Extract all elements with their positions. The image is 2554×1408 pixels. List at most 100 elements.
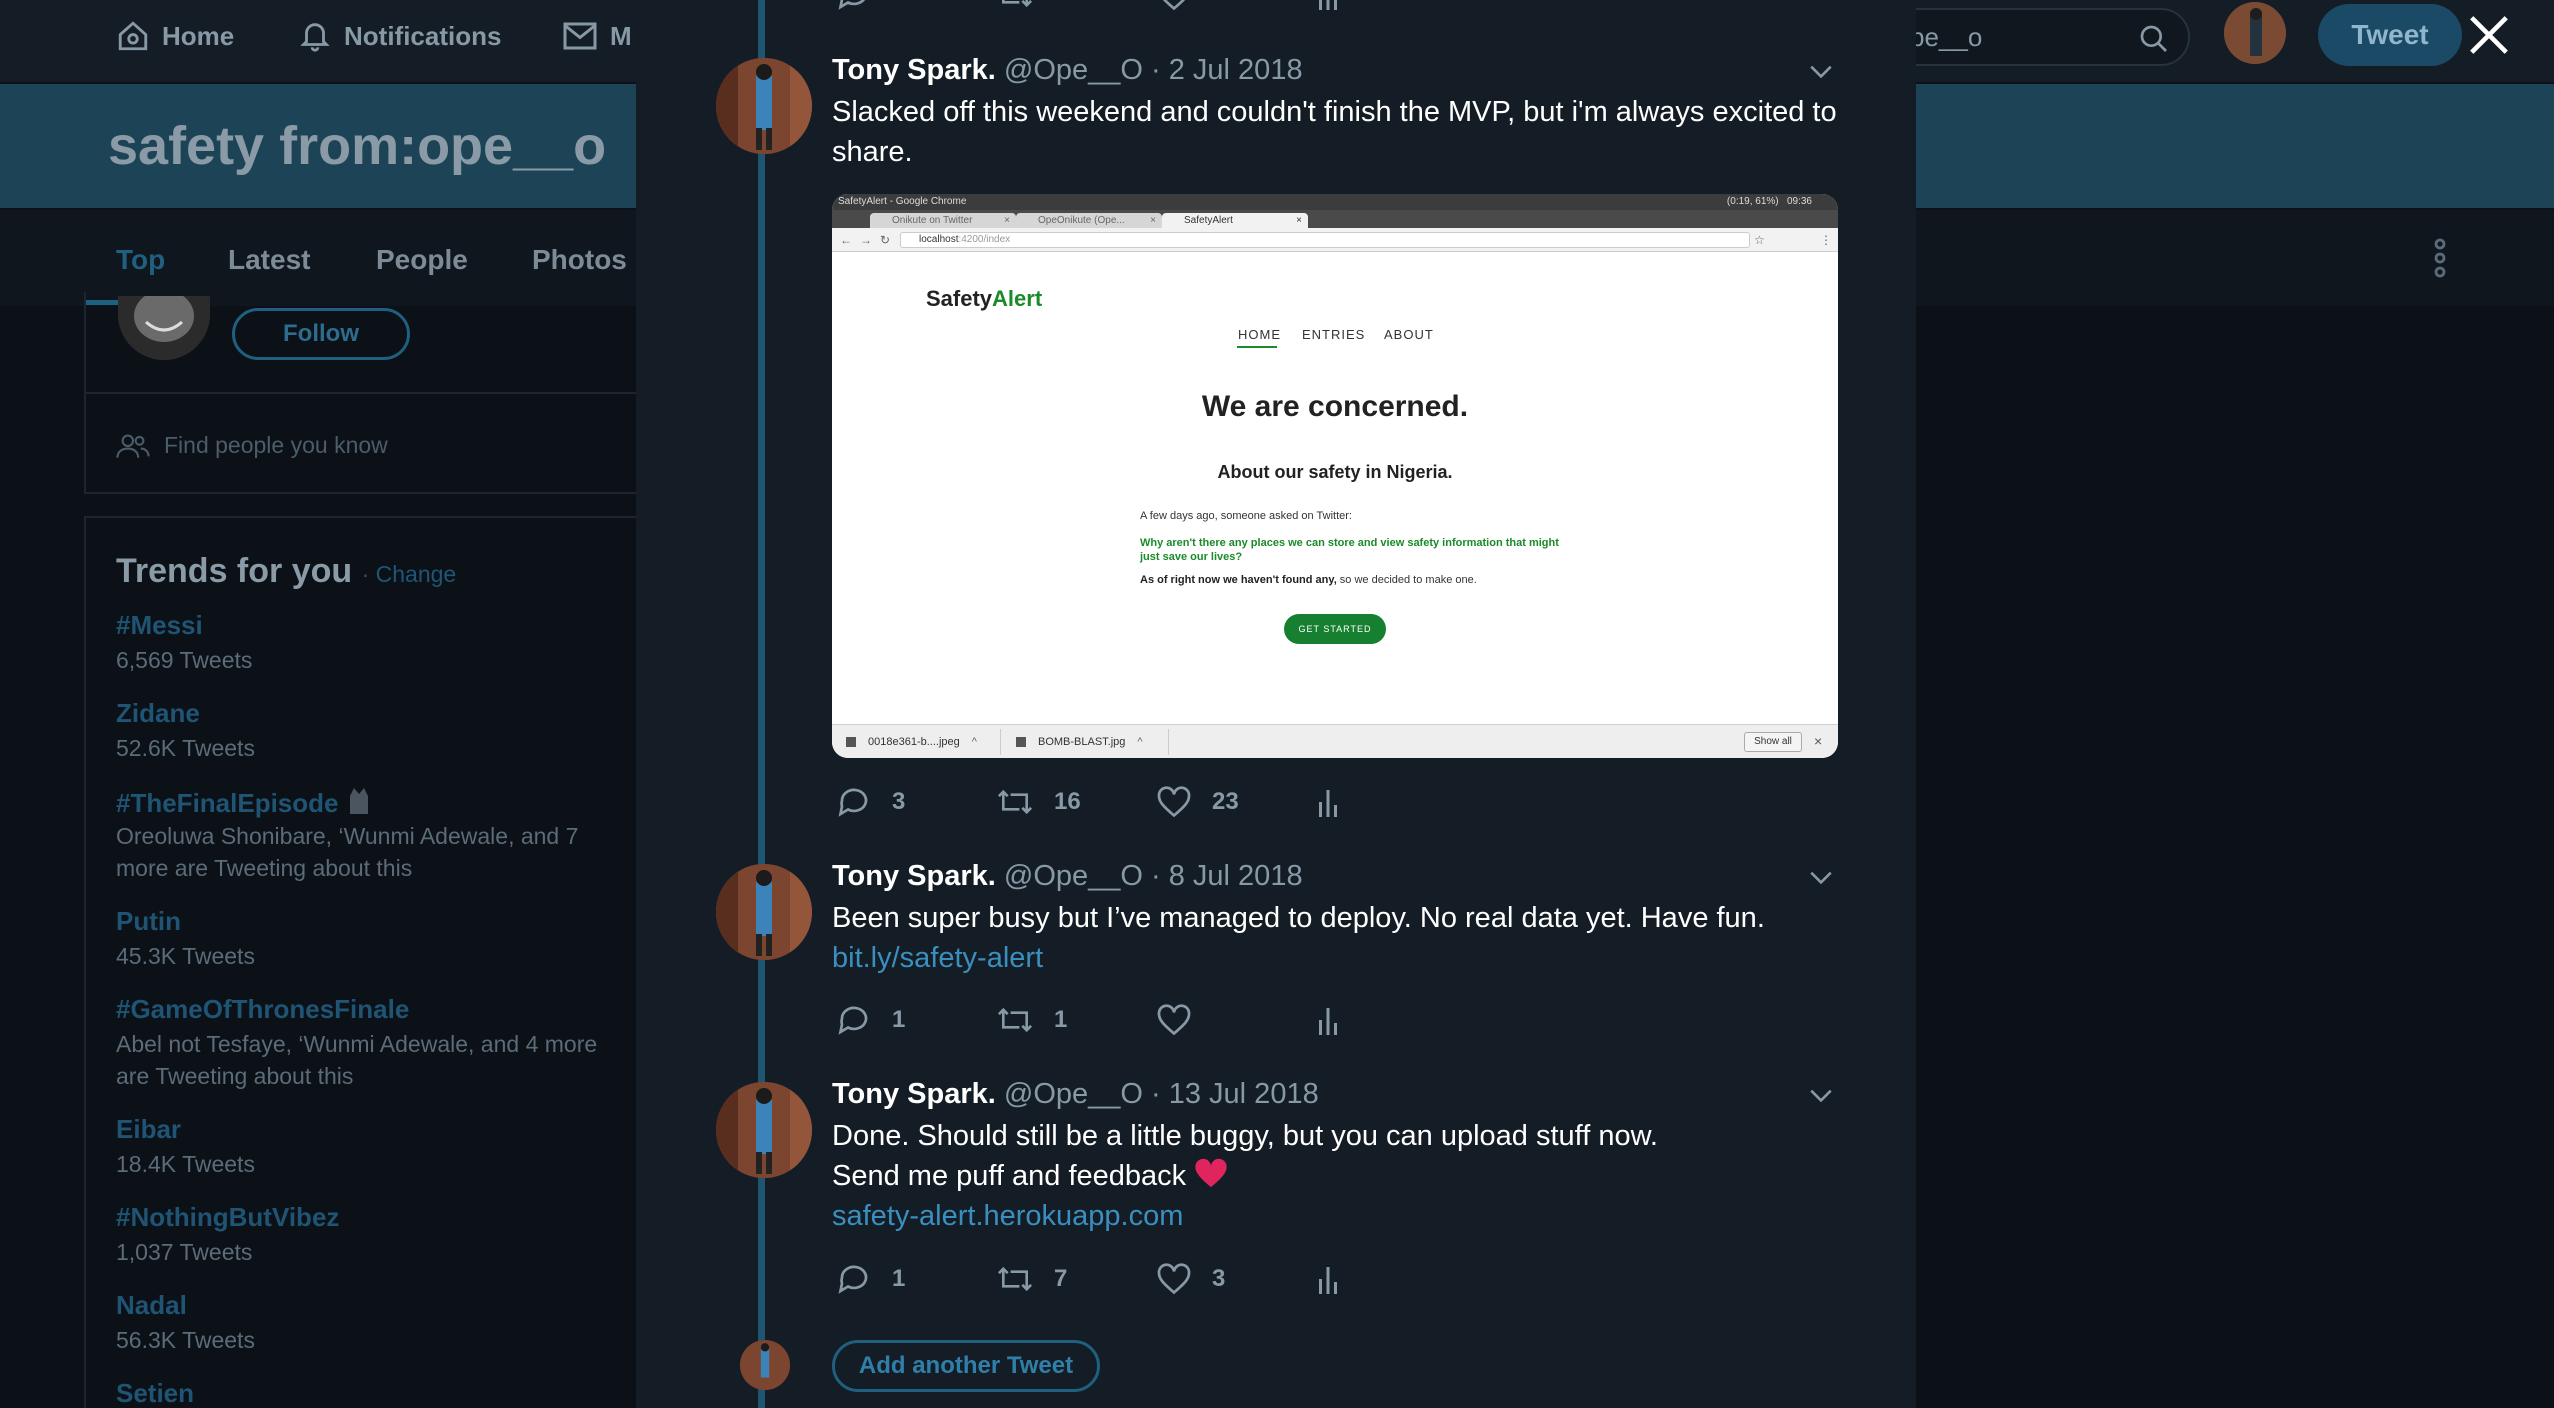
more-vertical-icon[interactable] [2432,238,2448,278]
tweet-link[interactable]: safety-alert.herokuapp.com [832,1196,1658,1236]
reply-icon [838,788,868,817]
nav-home[interactable]: Home [116,0,234,72]
tweet-text-line-wrap: Send me puff and feedback [832,1156,1658,1196]
divider [1168,729,1169,755]
chevron-down-icon[interactable] [1808,866,1834,888]
browser-tab-active[interactable]: SafetyAlert × [1162,213,1308,228]
tab-latest[interactable]: Latest [228,244,310,276]
nav-notifications[interactable]: Notifications [298,0,501,72]
close-icon[interactable] [2466,12,2512,58]
nav-messages[interactable]: M [562,0,632,72]
trend-name[interactable]: #Messi [116,610,203,641]
get-started-button[interactable]: GET STARTED [1284,614,1386,644]
trend-name[interactable]: #GameOfThronesFinale [116,994,409,1025]
like-button[interactable]: 23 [1156,785,1239,819]
reply-button[interactable] [836,0,872,12]
browser-tab[interactable]: Onikute on Twitter × [870,213,1016,228]
tweet-text-line: Send me puff and feedback [832,1160,1187,1192]
site-nav-about[interactable]: ABOUT [1384,327,1434,342]
menu-icon[interactable]: ⋮ [1820,233,1832,247]
chevron-down-icon[interactable] [1808,1084,1834,1106]
like-button[interactable]: 3 [1156,1262,1225,1296]
tweet-media-screenshot[interactable]: SafetyAlert - Google Chrome (0:19, 61%) … [832,194,1838,758]
search-title: safety from:ope__o [108,116,607,176]
downloads-bar: 0018e361-b....jpeg ^ BOMB-BLAST.jpg ^ Show… [832,724,1838,758]
tweet-actions: 3 16 23 [836,785,1356,825]
site-paragraph: As of right now we haven't found any, so… [1140,574,1477,586]
find-people-link[interactable]: Find people you know [116,432,388,459]
browser-toolbar: ← → ↻ localhost:4200/index ☆ ⋮ [832,228,1838,252]
trend-name[interactable]: #TheFinalEpisode [116,786,372,819]
analytics-button[interactable] [1316,785,1340,819]
add-another-tweet-button[interactable]: Add another Tweet [832,1340,1100,1392]
tweet-link[interactable]: bit.ly/safety-alert [832,938,1765,978]
retweet-button[interactable] [996,0,1034,12]
address-bar[interactable]: localhost:4200/index [900,232,1750,248]
analytics-button[interactable] [1316,0,1340,12]
trend-meta: Oreoluwa Shonibare, ‘Wunmi Adewale, and … [116,823,579,881]
author-name[interactable]: Tony Spark. [832,54,996,86]
forward-icon[interactable]: → [860,233,872,247]
like-button[interactable] [1156,0,1192,12]
find-people-label: Find people you know [164,432,388,458]
reply-button[interactable]: 3 [836,785,905,819]
show-all-button[interactable]: Show all [1744,732,1802,752]
search-value: pe__o [1910,22,1983,52]
back-icon[interactable]: ← [840,233,852,247]
reply-button[interactable]: 1 [836,1262,905,1296]
tab-people[interactable]: People [376,244,468,276]
author-avatar[interactable] [716,864,812,960]
reply-button[interactable]: 1 [836,1003,905,1037]
chevron-down-icon[interactable] [1808,60,1834,82]
trend-name[interactable]: Putin [116,906,181,937]
profile-avatar[interactable] [2224,2,2286,64]
retweet-icon [997,1007,1033,1033]
author-name[interactable]: Tony Spark. [832,860,996,892]
retweet-button[interactable]: 1 [996,1003,1067,1037]
divider [84,392,640,394]
trend-name[interactable]: Setien [116,1378,194,1408]
site-headline: We are concerned. [1201,390,1469,423]
close-icon[interactable]: × [1814,733,1822,749]
tab-photos[interactable]: Photos [532,244,627,276]
browser-titlebar: SafetyAlert - Google Chrome (0:19, 61%) … [832,194,1838,210]
site-logo-b: Alert [992,286,1043,311]
trend-name[interactable]: Eibar [116,1114,181,1145]
star-icon[interactable]: ☆ [1754,233,1765,247]
trends-title: Trends for you · Change [116,552,456,591]
chevron-up-icon[interactable]: ^ [1137,736,1142,748]
browser-tab[interactable]: OpeOnikute (Ope... × [1016,213,1162,228]
tweet-button[interactable]: Tweet [2318,4,2462,66]
follow-button[interactable]: Follow [232,308,410,360]
close-tab-icon[interactable]: × [1296,213,1302,228]
analytics-button[interactable] [1316,1262,1340,1296]
author-avatar[interactable] [716,58,812,154]
download-item[interactable]: 0018e361-b....jpeg ^ [832,725,977,758]
like-button[interactable] [1156,1003,1212,1037]
author-name[interactable]: Tony Spark. [832,1078,996,1110]
tweet-text: Done. Should still be a little buggy, bu… [832,1116,1658,1236]
reply-count: 1 [892,1265,906,1292]
trends-title-text: Trends for you [116,552,353,590]
trend-meta: 45.3K Tweets [116,943,255,969]
bell-icon [300,23,330,52]
author-avatar[interactable] [716,1082,812,1178]
close-tab-icon[interactable]: × [1150,213,1156,228]
chevron-up-icon[interactable]: ^ [972,736,977,748]
trend-meta: 56.3K Tweets [116,1327,255,1353]
search-input[interactable]: pe__o [1870,8,2190,66]
trend-name[interactable]: Nadal [116,1290,187,1321]
reload-icon[interactable]: ↻ [880,233,890,247]
download-item[interactable]: BOMB-BLAST.jpg ^ [1002,725,1143,758]
analytics-button[interactable] [1316,1003,1340,1037]
site-nav-entries[interactable]: ENTRIES [1302,327,1365,342]
trend-name[interactable]: Zidane [116,698,200,729]
retweet-button[interactable]: 7 [996,1262,1067,1296]
close-tab-icon[interactable]: × [1004,213,1010,228]
envelope-icon [563,22,597,50]
tab-top[interactable]: Top [116,244,165,276]
trend-name[interactable]: #NothingButVibez [116,1202,339,1233]
trends-change-link[interactable]: · Change [362,561,457,587]
site-nav-home[interactable]: HOME [1238,327,1281,342]
retweet-button[interactable]: 16 [996,785,1081,819]
